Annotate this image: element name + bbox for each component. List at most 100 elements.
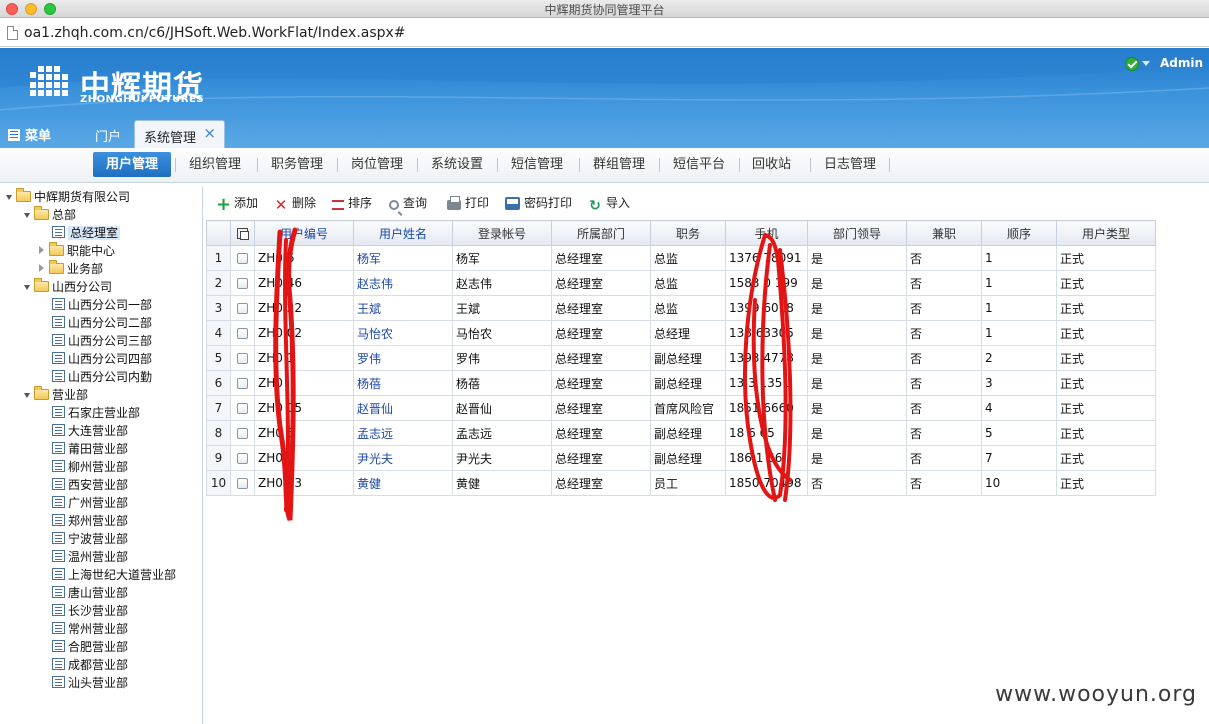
tab-system-management[interactable]: 系统管理 ×	[134, 120, 225, 148]
tree-node-label[interactable]: 山西分公司	[52, 280, 112, 294]
tree-node[interactable]: 中辉期货有限公司	[6, 188, 130, 206]
column-header-8[interactable]: 顺序	[981, 220, 1057, 246]
row-select-cell[interactable]	[230, 270, 255, 296]
tree-node-label[interactable]: 汕头营业部	[68, 676, 128, 690]
user-name-link[interactable]: 赵志伟	[357, 277, 393, 291]
user-name-cell[interactable]: 杨军	[353, 245, 453, 271]
row-checkbox[interactable]	[237, 303, 248, 314]
row-select-cell[interactable]	[230, 395, 255, 421]
tree-node-label[interactable]: 广州营业部	[68, 496, 128, 510]
user-name-cell[interactable]: 黄健	[353, 470, 453, 496]
expand-down-icon[interactable]	[24, 213, 30, 218]
user-name-link[interactable]: 黄健	[357, 477, 381, 491]
table-row[interactable]: 2 ZH0 46 赵志伟 赵志伟 总经理室 总监 1583 0 199 是否 1 正式	[206, 270, 1156, 296]
row-checkbox[interactable]	[237, 278, 248, 289]
subnav-item-3[interactable]: 岗位管理	[342, 152, 412, 177]
subnav-item-5[interactable]: 短信管理	[502, 152, 572, 177]
tree-node[interactable]: 广州营业部	[52, 494, 128, 512]
tree-node-label[interactable]: 营业部	[52, 388, 88, 402]
user-area[interactable]: Admin	[1124, 56, 1203, 71]
tree-node-label[interactable]: 成都营业部	[68, 658, 128, 672]
tree-node-label[interactable]: 柳州营业部	[68, 460, 128, 474]
tree-node-label[interactable]: 山西分公司二部	[68, 316, 152, 330]
tree-node[interactable]: 总经理室	[52, 224, 121, 242]
expand-right-icon[interactable]	[39, 264, 44, 272]
tree-node-label[interactable]: 总部	[52, 208, 76, 222]
user-name-link[interactable]: 尹光夫	[357, 452, 393, 466]
tree-node[interactable]: 职能中心	[38, 242, 115, 260]
address-bar[interactable]: oa1.zhqh.com.cn/c6/JHSoft.Web.WorkFlat/I…	[0, 19, 1209, 47]
subnav-item-0[interactable]: 用户管理	[93, 152, 171, 177]
tree-node[interactable]: 业务部	[38, 260, 103, 278]
tree-node[interactable]: 温州营业部	[52, 548, 128, 566]
tree-node-label[interactable]: 合肥营业部	[68, 640, 128, 654]
user-name-link[interactable]: 马怡农	[357, 327, 393, 341]
table-row[interactable]: 3 ZH0 22 王斌 王斌 总经理室 总监 1399 6018 是否 1 正式	[206, 295, 1156, 321]
tree-node[interactable]: 山西分公司内勤	[52, 368, 152, 386]
user-name-link[interactable]: 杨蓓	[357, 377, 381, 391]
column-header-1[interactable]: 用户姓名	[353, 220, 453, 246]
user-name-cell[interactable]: 尹光夫	[353, 445, 453, 471]
row-checkbox[interactable]	[237, 453, 248, 464]
row-select-cell[interactable]	[230, 470, 255, 496]
row-checkbox[interactable]	[237, 328, 248, 339]
subnav-item-1[interactable]: 组织管理	[180, 152, 250, 177]
table-row[interactable]: 6 ZH0 杨蓓 杨蓓 总经理室 副总经理 13 3 1351 是否 3 正式	[206, 370, 1156, 396]
row-checkbox[interactable]	[237, 253, 248, 264]
tree-node[interactable]: 西安营业部	[52, 476, 128, 494]
subnav-item-9[interactable]: 日志管理	[815, 152, 885, 177]
tree-node-label[interactable]: 上海世纪大道营业部	[68, 568, 176, 582]
table-row[interactable]: 4 ZH0 02 马怡农 马怡农 总经理室 总经理 138 63305 是否 1 正式	[206, 320, 1156, 346]
table-row[interactable]: 5 ZH0 1 罗伟 罗伟 总经理室 副总经理 1393 4778 是否 2 正式	[206, 345, 1156, 371]
table-row[interactable]: 8 ZH0 5 孟志远 孟志远 总经理室 副总经理 18 6 65 是否 5 正式	[206, 420, 1156, 446]
tree-node[interactable]: 长沙营业部	[52, 602, 128, 620]
row-checkbox[interactable]	[237, 353, 248, 364]
column-header-6[interactable]: 部门领导	[807, 220, 907, 246]
row-checkbox[interactable]	[237, 428, 248, 439]
tree-node-label[interactable]: 山西分公司四部	[68, 352, 152, 366]
toolbar-button-6[interactable]: ↻ 导入	[588, 194, 630, 213]
tree-node-label[interactable]: 山西分公司内勤	[68, 370, 152, 384]
tree-node[interactable]: 营业部	[24, 386, 88, 404]
toolbar-button-4[interactable]: 打印	[447, 194, 489, 212]
row-select-cell[interactable]	[230, 420, 255, 446]
tree-node-label[interactable]: 总经理室	[68, 226, 121, 240]
tree-node-label[interactable]: 山西分公司一部	[68, 298, 152, 312]
tree-node-label[interactable]: 唐山营业部	[68, 586, 128, 600]
user-name-link[interactable]: 杨军	[357, 252, 381, 266]
tree-node[interactable]: 总部	[24, 206, 76, 224]
row-select-cell[interactable]	[230, 295, 255, 321]
tab-portal[interactable]: 门户	[95, 126, 121, 145]
tree-node-label[interactable]: 宁波营业部	[68, 532, 128, 546]
user-name-cell[interactable]: 孟志远	[353, 420, 453, 446]
toolbar-button-1[interactable]: ✕ 删除	[274, 194, 316, 213]
tree-node-label[interactable]: 西安营业部	[68, 478, 128, 492]
column-header-3[interactable]: 所属部门	[551, 220, 651, 246]
table-row[interactable]: 10 ZH04 3 黄健 黄健 总经理室 员工 1850 70498 否否 10 正式	[206, 470, 1156, 496]
table-row[interactable]: 7 ZH0 05 赵晋仙 赵晋仙 总经理室 首席风险官 1851 6660 是否 4 正式	[206, 395, 1156, 421]
tree-node-label[interactable]: 山西分公司三部	[68, 334, 152, 348]
select-all-icon[interactable]	[237, 228, 249, 240]
tree-node-label[interactable]: 长沙营业部	[68, 604, 128, 618]
tree-node[interactable]: 宁波营业部	[52, 530, 128, 548]
menu-button[interactable]: 菜单	[8, 125, 51, 144]
expand-down-icon[interactable]	[24, 285, 30, 290]
expand-down-icon[interactable]	[24, 393, 30, 398]
tree-node-label[interactable]: 职能中心	[67, 244, 115, 258]
column-header-2[interactable]: 登录帐号	[452, 220, 552, 246]
row-select-cell[interactable]	[230, 370, 255, 396]
chevron-down-icon[interactable]	[1141, 61, 1150, 66]
row-select-cell[interactable]	[230, 245, 255, 271]
row-checkbox[interactable]	[237, 403, 248, 414]
column-header-7[interactable]: 兼职	[906, 220, 982, 246]
tree-node[interactable]: 山西分公司三部	[52, 332, 152, 350]
tree-node-label[interactable]: 莆田营业部	[68, 442, 128, 456]
subnav-item-8[interactable]: 回收站	[744, 152, 799, 177]
row-checkbox[interactable]	[237, 378, 248, 389]
column-header-0[interactable]: 用户编号	[254, 220, 354, 246]
tree-node[interactable]: 山西分公司四部	[52, 350, 152, 368]
table-row[interactable]: 1 ZH0 6 杨军 杨军 总经理室 总监 1376 78091 是否 1 正式	[206, 245, 1156, 271]
tree-node-label[interactable]: 郑州营业部	[68, 514, 128, 528]
user-name-cell[interactable]: 赵晋仙	[353, 395, 453, 421]
tree-node-label[interactable]: 业务部	[67, 262, 103, 276]
